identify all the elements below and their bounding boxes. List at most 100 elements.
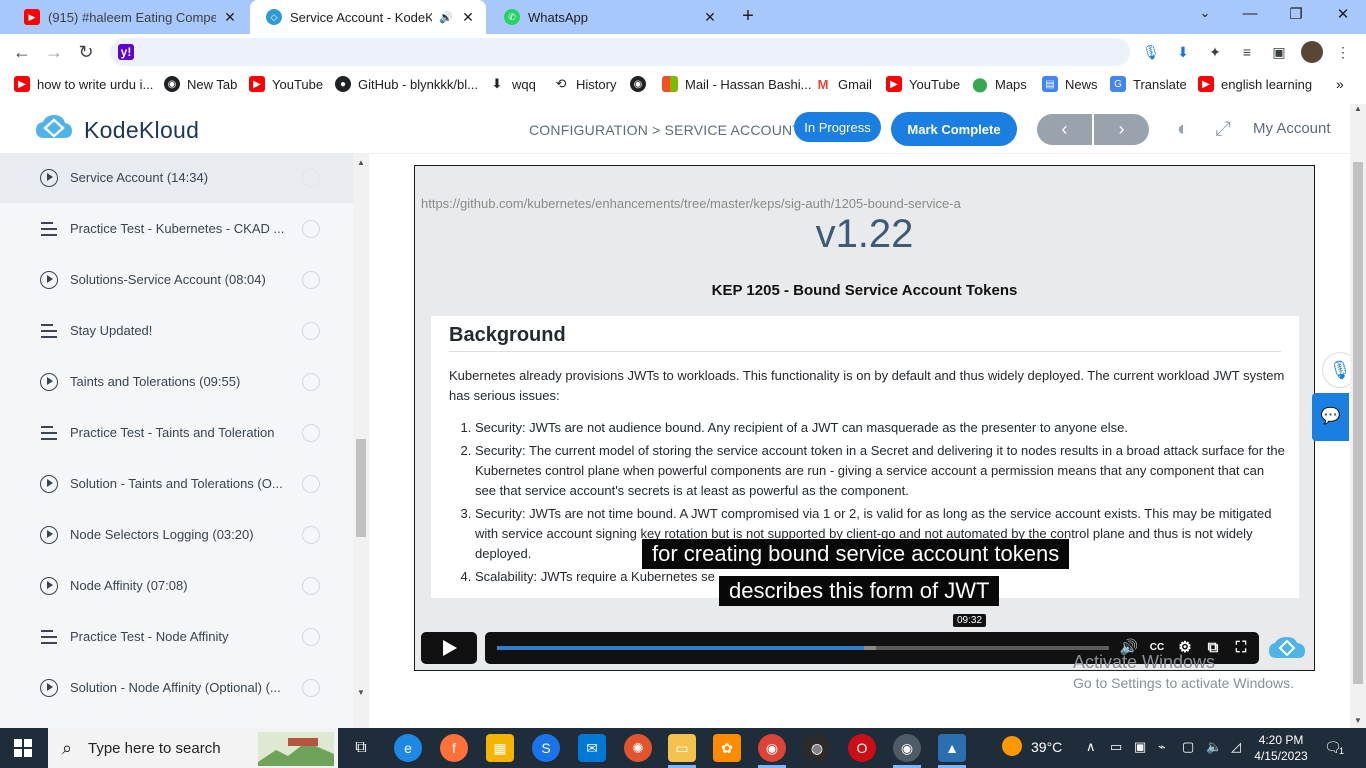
bookmark-item[interactable]: G Translate (1110, 75, 1187, 93)
completion-circle[interactable] (302, 423, 320, 442)
completion-circle[interactable] (302, 576, 320, 595)
kodekloud-logo-icon[interactable] (34, 114, 74, 144)
lesson-item[interactable]: Node Selectors Logging (03:20) (0, 509, 353, 560)
task-view-icon[interactable]: ⧉ (347, 734, 375, 762)
lesson-item[interactable]: Solutions-Service Account (08:04) (0, 254, 353, 305)
close-window-button[interactable]: ✕ (1331, 5, 1355, 23)
tab-youtube[interactable]: ▶ (915) #haleem Eating Competitio ✕ (8, 0, 248, 34)
completion-circle[interactable] (302, 678, 320, 697)
bookmark-item[interactable]: ▶ english learning (1198, 75, 1312, 93)
extensions-icon[interactable]: ✦ (1205, 42, 1225, 62)
bookmark-item[interactable]: ⬤ Maps (972, 75, 1027, 93)
mail-icon[interactable]: ✉ (578, 734, 606, 762)
profile-avatar[interactable] (1301, 41, 1323, 63)
download-extension-icon[interactable]: ⬇ (1173, 42, 1193, 62)
menu-icon[interactable]: ⋮ (1333, 42, 1353, 62)
usb-icon[interactable]: ⌁ (1158, 739, 1166, 755)
file-explorer-icon[interactable]: ▭ (668, 734, 696, 762)
completion-circle[interactable] (302, 627, 320, 646)
completion-circle[interactable] (302, 474, 320, 493)
obs-icon[interactable]: ◍ (803, 734, 831, 762)
lesson-item[interactable]: Practice Test - Node Affinity (0, 611, 353, 662)
logo-text[interactable]: KodeKloud (84, 117, 199, 144)
bookmark-item[interactable]: ◉ New Tab (164, 75, 237, 93)
firefox-icon[interactable]: f (440, 734, 468, 762)
bookmark-item[interactable]: ⟲ History (553, 75, 617, 93)
bookmark-item[interactable]: ▶ how to write urdu i... (14, 75, 153, 93)
my-account-link[interactable]: My Account (1253, 120, 1331, 137)
photos-icon[interactable]: ▲ (938, 734, 966, 762)
reload-button[interactable]: ↻ (74, 40, 98, 64)
wifi-icon[interactable]: ◿ (1231, 739, 1241, 755)
back-button[interactable]: ← (10, 40, 34, 64)
meet-now-icon[interactable]: ▣ (1134, 739, 1146, 755)
next-lesson-button[interactable]: › (1094, 114, 1149, 145)
tab-kodekloud[interactable]: ◇ Service Account - KodeKloud 🔊 ✕ (250, 0, 486, 34)
app-swirl-icon[interactable]: ✺ (624, 734, 652, 762)
battery-icon[interactable]: ▭ (1110, 739, 1122, 755)
completion-circle[interactable] (302, 168, 320, 187)
scrollbar-thumb[interactable] (1353, 162, 1363, 684)
lesson-item[interactable]: Taints and Tolerations (09:55) (0, 356, 353, 407)
tab-search-icon[interactable]: ⌄ (1193, 5, 1217, 21)
bookmark-item[interactable]: ◉ (630, 75, 653, 93)
side-panel-icon[interactable]: ▣ (1269, 42, 1289, 62)
fullscreen-icon[interactable]: ⤢ (1210, 116, 1236, 142)
lesson-item[interactable]: Practice Test - Taints and Toleration (0, 407, 353, 458)
taskbar-search-box[interactable]: ⌕ Type here to search (48, 728, 338, 768)
chat-icon[interactable]: 💬 (1312, 393, 1349, 441)
video-player[interactable]: v1.22 KEP 1205 - Bound Service Account T… (414, 165, 1315, 671)
lesson-item[interactable]: Node Affinity (07:08) (0, 560, 353, 611)
completion-circle[interactable] (302, 270, 320, 289)
sidebar-scrollbar[interactable]: ▲ ▼ (353, 154, 369, 728)
dark-mode-icon[interactable]: ◐ (1170, 116, 1196, 142)
microsoft-store-icon[interactable]: ▦ (486, 734, 514, 762)
system-clock[interactable]: 4:20 PM 4/15/2023 (1253, 732, 1309, 764)
media-control-icon[interactable]: ≡ (1237, 42, 1257, 62)
previous-lesson-button[interactable]: ‹ (1037, 114, 1092, 145)
play-button[interactable] (421, 632, 477, 664)
scroll-down-arrow-icon[interactable]: ▼ (1354, 716, 1362, 725)
bookmark-item[interactable]: ● GitHub - blynkkk/bl... (335, 75, 478, 93)
tab-whatsapp[interactable]: ✆ WhatsApp ✕ (488, 0, 728, 34)
scrollbar-thumb[interactable] (356, 439, 366, 537)
display-icon[interactable]: ▢ (1182, 739, 1194, 755)
minimize-button[interactable]: — (1238, 5, 1262, 22)
scroll-up-arrow-icon[interactable]: ▲ (357, 158, 365, 167)
completion-circle[interactable] (302, 372, 320, 391)
bookmark-item[interactable]: ▶ YouTube (886, 75, 960, 93)
maximize-button[interactable]: ❐ (1284, 5, 1308, 23)
opera-icon[interactable]: O (848, 734, 876, 762)
bookmark-item[interactable]: Mail - Hassan Bashi... (662, 75, 811, 93)
speaker-icon[interactable]: 🔊 (438, 11, 454, 24)
page-scrollbar[interactable]: ▲ ▼ (1350, 104, 1366, 728)
windows-start-icon[interactable] (14, 739, 32, 757)
completion-circle[interactable] (302, 321, 320, 340)
lesson-item[interactable]: Solution - Node Affinity (Optional) (... (0, 662, 353, 713)
settings-app-icon[interactable]: ✿ (713, 734, 741, 762)
bookmark-item[interactable]: ⬇ wqq (489, 75, 536, 93)
completion-circle[interactable] (302, 525, 320, 544)
show-hidden-icons-icon[interactable]: ∧ (1086, 739, 1096, 755)
edge-icon[interactable]: e (394, 734, 422, 762)
volume-icon[interactable]: 🔈 (1206, 739, 1222, 755)
weather-sun-icon[interactable] (1002, 736, 1022, 756)
bookmark-item[interactable]: ▤ News (1042, 75, 1098, 93)
new-tab-button[interactable]: + (737, 5, 759, 28)
mark-complete-button[interactable]: Mark Complete (891, 112, 1017, 146)
close-tab-icon[interactable]: ✕ (222, 9, 238, 26)
lesson-item[interactable]: Practice Test - Kubernetes - CKAD ... (0, 203, 353, 254)
weather-temperature[interactable]: 39°C (1031, 739, 1062, 755)
chrome-icon[interactable]: ◉ (758, 734, 786, 762)
lesson-item[interactable]: Stay Updated! (0, 305, 353, 356)
completion-circle[interactable] (302, 219, 320, 238)
scroll-down-arrow-icon[interactable]: ▼ (357, 688, 365, 697)
chrome-active-icon[interactable]: ◉ (893, 734, 921, 762)
seek-bar[interactable] (497, 646, 1109, 650)
close-tab-icon[interactable]: ✕ (702, 9, 718, 26)
address-bar[interactable]: y! (110, 38, 1130, 66)
microphone-icon[interactable]: 🎙 (1141, 42, 1161, 62)
scroll-up-arrow-icon[interactable]: ▲ (1354, 104, 1362, 113)
close-tab-icon[interactable]: ✕ (460, 9, 476, 26)
lesson-item[interactable]: Service Account (14:34) (0, 154, 353, 203)
